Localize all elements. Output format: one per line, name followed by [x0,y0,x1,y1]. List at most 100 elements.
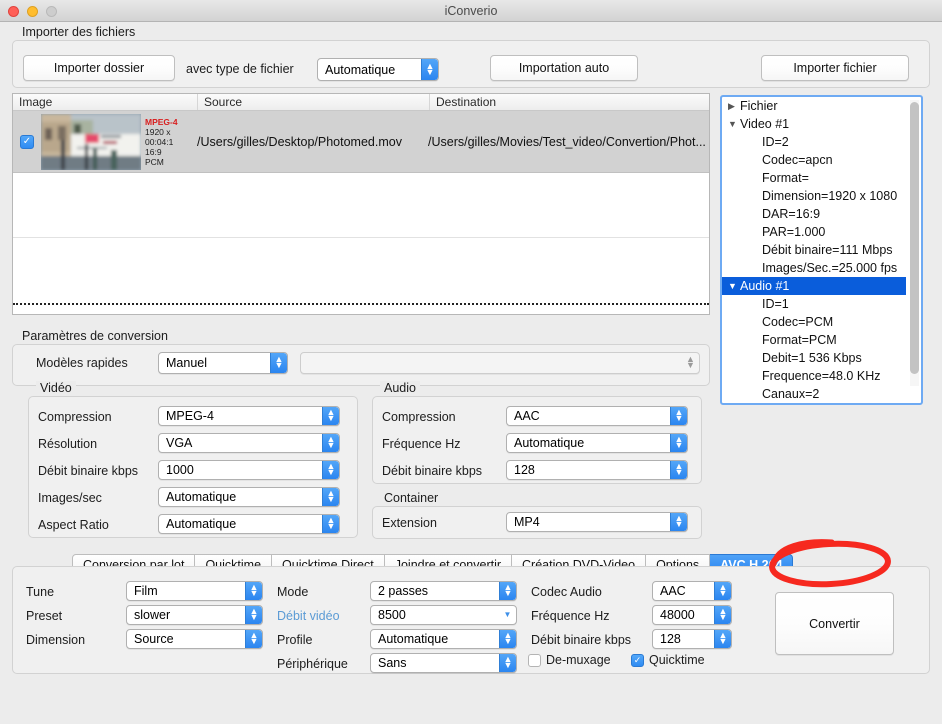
tree-scrollbar-thumb[interactable] [910,102,919,374]
auto-import-button[interactable]: Importation auto [490,55,638,81]
video-images-sec-select[interactable]: Automatique ▲ ▼ [158,487,340,507]
tree-item-id-1[interactable]: ID=1 [722,295,906,313]
file-type-select[interactable]: Automatique ▲ ▼ [317,58,439,81]
convert-button[interactable]: Convertir [775,592,894,655]
audio-d-bit-binaire-kbps-select[interactable]: 128 ▲ ▼ [506,460,688,480]
container-extension-select[interactable]: MP4 ▲ ▼ [506,512,688,532]
video-r-solution-select-value: VGA [166,436,193,450]
tree-item-debit-1-536-kbps[interactable]: Debit=1 536 Kbps [722,349,906,367]
checkbox-de-muxage-box[interactable] [528,653,541,667]
tree-item-label: Audio #1 [740,279,790,293]
tree-item-label: Debit=1 536 Kbps [762,351,862,365]
avc-profile-select[interactable]: Automatique ▲ ▼ [370,629,517,649]
close-window-icon[interactable] [8,6,19,17]
avc-tune-select[interactable]: Film ▲ ▼ [126,581,263,601]
container-extension-select-value: MP4 [514,515,540,529]
row-checkbox-cell[interactable]: ✓ [13,111,41,172]
tree-item-dimension-1920-x-1080[interactable]: Dimension=1920 x 1080 [722,187,906,205]
tree-item-label: PAR=1.000 [762,225,826,239]
quick-models-select[interactable]: Manuel ▲ ▼ [158,352,288,374]
tree-item-format-pcm[interactable]: Format=PCM [722,331,906,349]
table-row[interactable]: ✓ MPEG-4 1920 x 00:04:1 16:9 PCM /Users/… [13,111,709,173]
tree-item-format[interactable]: Format= [722,169,906,187]
tree-item-codec-pcm[interactable]: Codec=PCM [722,313,906,331]
media-info-tree[interactable]: ▶ Fichier ▼ Video #1 ID=2 Codec=apcn Format= Di… [720,95,923,405]
minimize-window-icon[interactable] [27,6,38,17]
checkbox-quicktime-box[interactable]: ✓ [631,653,644,667]
tree-item-audio-1[interactable]: ▼ Audio #1 [722,277,906,295]
avc-d-bit-vid-o-label: Débit vidéo [277,609,340,623]
import-file-button[interactable]: Importer fichier [761,55,909,81]
table-empty-row[interactable] [13,173,709,238]
audio-compression-label: Compression [382,410,456,424]
video-d-bit-binaire-kbps-label: Débit binaire kbps [38,464,139,478]
checkbox-de-muxage[interactable]: De-muxage [528,653,611,667]
chevron-updown-icon: ▲ ▼ [670,434,687,452]
chevron-updown-icon: ▲ ▼ [670,461,687,479]
video-aspect-ratio-select[interactable]: Automatique ▲ ▼ [158,514,340,534]
tree-item-par-1-000[interactable]: PAR=1.000 [722,223,906,241]
chevron-down-icon[interactable]: ▼ [728,281,740,291]
avc-audio-codec-audio-label: Codec Audio [531,585,602,599]
container-extension-label: Extension [382,516,437,530]
chevron-updown-icon: ▲ ▼ [245,582,262,600]
avc-mode-select-value: 2 passes [378,584,429,598]
checkbox-quicktime[interactable]: ✓ Quicktime [631,653,705,667]
avc-d-bit-vid-o-select[interactable]: 8500 ▼ [370,605,517,625]
tree-item-canaux-2[interactable]: Canaux=2 [722,385,906,403]
video-aspect-ratio-label: Aspect Ratio [38,518,109,532]
import-folder-button[interactable]: Importer dossier [23,55,175,81]
video-r-solution-label: Résolution [38,437,98,451]
tree-item-label: Dimension=1920 x 1080 [762,189,898,203]
avc-audio-codec-audio-select[interactable]: AAC ▲ ▼ [652,581,732,601]
chevron-down-icon: ▼ [503,609,512,619]
table-empty-row[interactable] [13,238,709,303]
row-checkbox[interactable]: ✓ [20,134,34,149]
audio-fr-quence-hz-select[interactable]: Automatique ▲ ▼ [506,433,688,453]
file-table[interactable]: Image Source Destination ✓ MPEG-4 1920 x… [12,93,710,315]
avc-dimension-select[interactable]: Source ▲ ▼ [126,629,263,649]
chevron-down-icon[interactable]: ▼ [728,119,740,129]
tree-item-id-2[interactable]: ID=2 [722,133,906,151]
avc-d-bit-vid-o-select-value: 8500 [378,608,406,622]
tree-item-dar-16-9[interactable]: DAR=16:9 [722,205,906,223]
chevron-updown-icon: ▲ ▼ [322,461,339,479]
audio-fr-quence-hz-label: Fréquence Hz [382,437,461,451]
tree-item-label: Fichier [740,99,778,113]
row-destination-path: /Users/gilles/Movies/Test_video/Converti… [428,134,706,149]
audio-d-bit-binaire-kbps-label: Débit binaire kbps [382,464,483,478]
video-aspect-ratio-select-value: Automatique [166,517,237,531]
tree-item-label: Video #1 [740,117,790,131]
audio-compression-select[interactable]: AAC ▲ ▼ [506,406,688,426]
tree-item-codec-apcn[interactable]: Codec=apcn [722,151,906,169]
chevron-updown-icon: ▲ ▼ [245,606,262,624]
zoom-window-icon[interactable] [46,6,57,17]
avc-mode-select[interactable]: 2 passes ▲ ▼ [370,581,517,601]
tree-item-label: Images/Sec.=25.000 fps [762,261,898,275]
tree-item-d-bit-binaire-111-mbps[interactable]: Débit binaire=111 Mbps [722,241,906,259]
video-d-bit-binaire-kbps-select[interactable]: 1000 ▲ ▼ [158,460,340,480]
chevron-updown-icon: ▲ ▼ [322,407,339,425]
tree-item-video-1[interactable]: ▼ Video #1 [722,115,906,133]
avc-audio-d-bit-binaire-kbps-select[interactable]: 128 ▲ ▼ [652,629,732,649]
video-compression-select[interactable]: MPEG-4 ▲ ▼ [158,406,340,426]
tree-item-images-sec-25-000-fps[interactable]: Images/Sec.=25.000 fps [722,259,906,277]
quick-models-secondary-select[interactable]: ▲ ▼ [300,352,700,374]
column-header-source[interactable]: Source [198,94,430,110]
video-r-solution-select[interactable]: VGA ▲ ▼ [158,433,340,453]
column-header-image[interactable]: Image [13,94,198,110]
table-drop-indicator [13,303,709,305]
row-metadata-cell: MPEG-4 1920 x 00:04:1 16:9 PCM [145,111,197,172]
column-header-destination[interactable]: Destination [430,94,709,110]
metadata-format: MPEG-4 [145,116,178,127]
tree-item-label: Débit binaire=111 Mbps [762,243,893,257]
chevron-right-icon[interactable]: ▶ [728,101,740,112]
video-images-sec-select-value: Automatique [166,490,237,504]
avc-preset-select[interactable]: slower ▲ ▼ [126,605,263,625]
metadata-aspect: 16:9 [145,146,162,157]
avc-p-riph-rique-select[interactable]: Sans ▲ ▼ [370,653,517,673]
avc-audio-fr-quence-hz-select[interactable]: 48000 ▲ ▼ [652,605,732,625]
tree-item-fichier[interactable]: ▶ Fichier [722,97,906,115]
checkbox-quicktime-label: Quicktime [649,653,705,667]
tree-item-frequence-48-0-khz[interactable]: Frequence=48.0 KHz [722,367,906,385]
